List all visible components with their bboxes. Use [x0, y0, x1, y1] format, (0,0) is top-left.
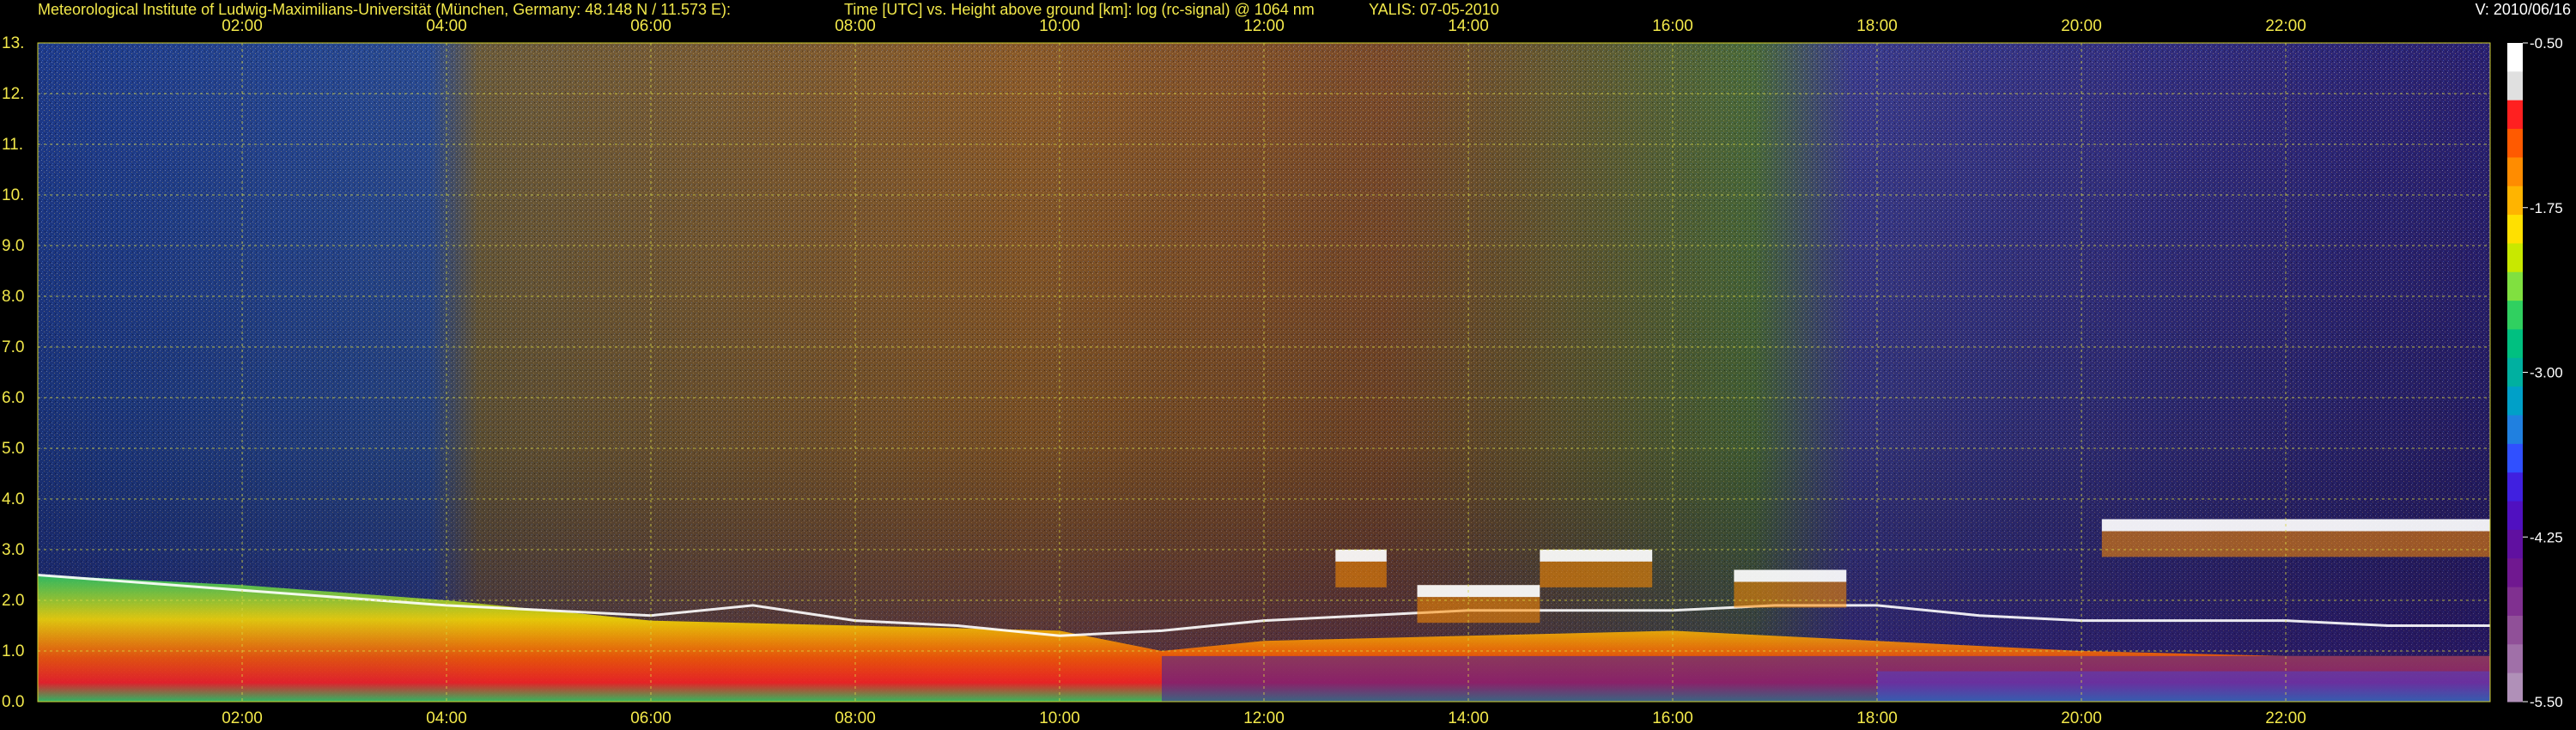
cloud-shadow [1335, 561, 1387, 587]
x-tick-label-top: 14:00 [1448, 17, 1489, 35]
colorbar-segment [2507, 501, 2523, 531]
cloud-shadow [1734, 581, 1847, 608]
x-tick-label-bottom: 22:00 [2265, 709, 2306, 727]
colorbar-segment [2507, 615, 2523, 645]
x-tick-label-top: 18:00 [1856, 17, 1898, 35]
colorbar-segment [2507, 71, 2523, 101]
colorbar-segment [2507, 301, 2523, 330]
colorbar-segment [2507, 157, 2523, 187]
y-tick-label: 9.0 [2, 237, 24, 255]
x-tick-label-top: 12:00 [1243, 17, 1285, 35]
colorbar-segment [2507, 357, 2523, 387]
cloud-shadow [1540, 561, 1653, 587]
x-tick-label-bottom: 16:00 [1652, 709, 1693, 727]
x-tick-label-top: 22:00 [2265, 17, 2306, 35]
colorbar: -0.50 -1.75 -3.00 -4.25 -5.50 [2507, 35, 2563, 710]
colorbar-segment [2507, 472, 2523, 502]
colorbar-label: -4.25 [2530, 529, 2563, 545]
y-tick-label: 0.0 [2, 693, 24, 711]
y-tick-label: 7.0 [2, 338, 24, 356]
x-tick-label-bottom: 10:00 [1039, 709, 1080, 727]
y-tick-label: 10. [2, 186, 24, 204]
x-tick-label-bottom: 14:00 [1448, 709, 1489, 727]
x-tick-label-top: 10:00 [1039, 17, 1080, 35]
x-tick-label-top: 08:00 [835, 17, 876, 35]
colorbar-segment [2507, 443, 2523, 473]
x-tick-label-top: 20:00 [2061, 17, 2102, 35]
cloud-layer [1335, 549, 1387, 562]
x-tick-label-bottom: 06:00 [630, 709, 671, 727]
x-tick-label-bottom: 12:00 [1243, 709, 1285, 727]
cloud-layer [1734, 569, 1847, 582]
x-tick-label-bottom: 20:00 [2061, 709, 2102, 727]
cloud-layer [2101, 519, 2490, 532]
colorbar-segment [2507, 415, 2523, 445]
colorbar-label: -1.75 [2530, 200, 2563, 216]
y-tick-label: 8.0 [2, 288, 24, 306]
x-tick-label-top: 16:00 [1652, 17, 1693, 35]
cloud-layer [1417, 585, 1540, 598]
x-tick-label-top: 04:00 [426, 17, 467, 35]
colorbar-segment [2507, 100, 2523, 130]
colorbar-segment [2507, 243, 2523, 273]
y-tick-label: 5.0 [2, 440, 24, 458]
colorbar-segment [2507, 43, 2523, 72]
y-tick-label: 4.0 [2, 490, 24, 508]
y-tick-label: 12. [2, 85, 24, 103]
y-tick-label: 11. [2, 136, 23, 154]
colorbar-segment [2507, 558, 2523, 588]
colorbar-segment [2507, 129, 2523, 158]
colorbar-label: -0.50 [2530, 35, 2563, 52]
cloud-layer [1540, 549, 1653, 562]
cloud-shadow [2101, 531, 2490, 557]
surface-band-blue [1877, 671, 2490, 702]
x-tick-label-bottom: 02:00 [222, 709, 263, 727]
y-tick-label: 3.0 [2, 541, 24, 559]
colorbar-segment [2507, 329, 2523, 359]
colorbar-segment [2507, 186, 2523, 216]
y-tick-label: 13. [2, 34, 24, 52]
x-tick-label-bottom: 04:00 [426, 709, 467, 727]
x-tick-label-top: 02:00 [222, 17, 263, 35]
colorbar-segment [2507, 644, 2523, 674]
colorbar-segment [2507, 587, 2523, 617]
colorbar-segment [2507, 271, 2523, 301]
y-tick-label: 2.0 [2, 592, 24, 610]
y-tick-label: 1.0 [2, 642, 24, 660]
x-tick-label-bottom: 08:00 [835, 709, 876, 727]
colorbar-segment [2507, 215, 2523, 244]
colorbar-segment [2507, 386, 2523, 417]
cloud-shadow [1417, 597, 1540, 624]
y-tick-label: 6.0 [2, 389, 24, 407]
x-tick-label-bottom: 18:00 [1856, 709, 1898, 727]
lidar-heatmap-chart: 0.0 1.0 2.0 3.0 4.0 5.0 6.0 7.0 8.0 9.0 10. 11. 12. 1… [2, 17, 2563, 727]
colorbar-label: -3.00 [2530, 365, 2563, 381]
colorbar-segment [2507, 672, 2523, 703]
colorbar-label: -5.50 [2530, 694, 2563, 710]
x-tick-label-top: 06:00 [630, 17, 671, 35]
y-axis-ticks: 0.0 1.0 2.0 3.0 4.0 5.0 6.0 7.0 8.0 9.0 10. 11. 12. 1… [2, 34, 24, 711]
colorbar-segment [2507, 529, 2523, 559]
